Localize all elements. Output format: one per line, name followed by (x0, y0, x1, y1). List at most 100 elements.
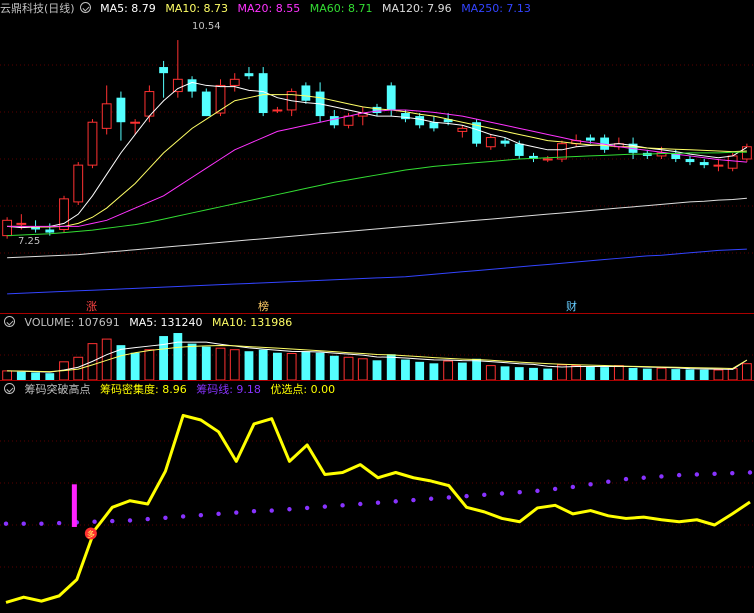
ma10-label: MA10: 8.73 (165, 2, 229, 15)
ma20-label: MA20: 8.55 (237, 2, 301, 15)
ma-line-ma120 (7, 197, 747, 259)
chip-line-dot (56, 520, 62, 526)
candle-body (429, 122, 439, 129)
chip-line-dot (180, 514, 186, 519)
chip-density-line (5, 413, 751, 604)
event-marker-cai[interactable]: 财 (566, 298, 577, 314)
volume-bar (415, 361, 425, 380)
candle-body (329, 116, 339, 126)
event-marker-bang[interactable]: 榜 (258, 298, 269, 314)
volume-bar (229, 349, 240, 380)
indicator-title: 筹码突破高点 (24, 383, 91, 396)
volume-bar (685, 369, 695, 380)
chip-line-dot (747, 470, 753, 475)
ma60-label: MA60: 8.71 (309, 2, 373, 15)
volume-panel[interactable]: VOLUME: 107691 MA5: 131240 MA10: 131986 (0, 314, 754, 380)
candle-body (401, 113, 410, 120)
candle-body (301, 85, 311, 101)
indicator-legend: 筹码突破高点 筹码密集度: 8.96 筹码线: 9.18 优选点: 0.00 (0, 382, 341, 398)
indicator-panel[interactable]: 多 筹码突破高点 筹码密集度: 8.96 筹码线: 9.18 优选点: 0.00 (0, 381, 754, 613)
chip-line-dot (446, 495, 452, 500)
candle-body (2, 219, 13, 237)
chip-line-dot (623, 476, 629, 482)
chip-density-label: 筹码密集度: 8.96 (100, 383, 187, 396)
chip-line-dot (499, 491, 505, 496)
candle-body (87, 121, 98, 166)
volume-bar (45, 373, 55, 380)
chip-line-dot (358, 501, 363, 507)
indicator-chart[interactable]: 多 (0, 381, 754, 613)
volume-bar (315, 352, 325, 380)
collapse-icon[interactable] (79, 2, 91, 13)
volume-legend: VOLUME: 107691 MA5: 131240 MA10: 131986 (0, 315, 298, 331)
candle-body (685, 159, 695, 163)
chip-line-dot (694, 472, 700, 477)
volume-bar (500, 366, 510, 380)
price-chart[interactable] (0, 0, 754, 313)
volume-bar (258, 349, 268, 380)
volume-bar (429, 363, 439, 380)
candle-body (229, 78, 240, 86)
candle-body (585, 137, 595, 141)
signal-marker-label: 多 (87, 529, 95, 539)
candle-body (215, 84, 226, 114)
volume-bar (628, 367, 638, 380)
volume-bar (741, 363, 752, 380)
volume-bar (130, 352, 140, 380)
ma5-label: MA5: 8.79 (100, 2, 156, 15)
ma120-label: MA120: 7.96 (381, 2, 452, 15)
price-title: 云鼎科技(日线) (0, 2, 75, 15)
chip-line-dot (304, 505, 310, 511)
chip-line-dot (234, 510, 239, 515)
candle-body (201, 91, 211, 117)
chip-line-dot (92, 519, 97, 524)
candle-body (741, 146, 752, 160)
volume-bar (144, 349, 155, 380)
volume-bar (699, 369, 709, 380)
volume-bar (244, 351, 254, 380)
candle-body (713, 164, 724, 167)
volume-bar (600, 367, 610, 380)
volume-bar (401, 359, 410, 380)
preferred-point-label: 优选点: 0.00 (270, 383, 336, 396)
volume-bar (343, 356, 354, 380)
chip-line-dot (570, 484, 576, 490)
ma250-label: MA250: 7.13 (461, 2, 531, 15)
chip-line-dot (127, 518, 133, 523)
volume-bar (329, 355, 339, 380)
volume-bar (656, 367, 667, 380)
volume-bar (201, 346, 211, 380)
chip-line-dot (482, 492, 487, 498)
chip-line-dot (3, 521, 9, 526)
ma-line-ma20 (7, 109, 747, 227)
candle-body (272, 109, 283, 112)
chip-line-dot (198, 512, 204, 518)
chip-line-dot (428, 496, 434, 501)
candle-body (130, 121, 141, 124)
volume-ma10-label: MA10: 131986 (211, 316, 293, 329)
volume-label: VOLUME: 107691 (24, 316, 120, 329)
candle-body (172, 78, 183, 93)
candle-body (485, 137, 496, 148)
chip-line-dot (216, 511, 221, 517)
chip-line-dot (552, 486, 558, 492)
candle-body (16, 222, 27, 225)
chip-line-dot (163, 515, 168, 520)
candle-body (116, 97, 126, 123)
volume-bar (514, 367, 524, 380)
chip-line-dot (393, 499, 398, 504)
chip-line-dot (712, 471, 717, 477)
chip-line-dot (606, 479, 611, 484)
chip-line-dot (411, 497, 416, 503)
volume-bar (443, 360, 454, 380)
volume-bar (187, 343, 197, 380)
chip-line-dot (340, 503, 345, 508)
candle-body (386, 85, 396, 110)
event-marker-zhang[interactable]: 涨 (86, 298, 97, 314)
ma-line-ma250 (7, 248, 747, 295)
ma-line-ma60 (7, 151, 747, 237)
price-panel[interactable]: 云鼎科技(日线) MA5: 8.79 MA10: 8.73 MA20: 8.55… (0, 0, 754, 313)
volume-bar (16, 371, 26, 380)
collapse-icon[interactable] (4, 383, 15, 394)
collapse-icon[interactable] (4, 316, 15, 327)
